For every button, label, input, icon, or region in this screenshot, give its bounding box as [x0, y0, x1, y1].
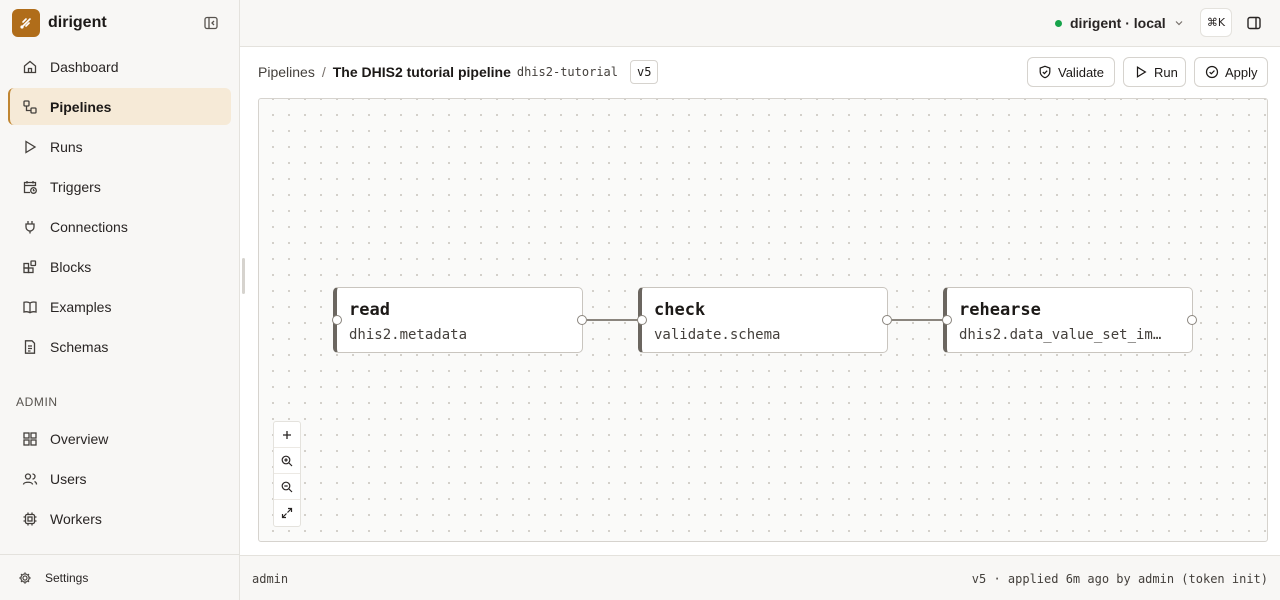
apply-label: Apply [1225, 64, 1258, 80]
zoom-out-icon[interactable] [274, 474, 300, 500]
admin-nav: Overview Users Workers [8, 420, 231, 550]
edge-check-rehearse [892, 319, 944, 321]
admin-section-label: ADMIN [16, 395, 58, 409]
sidebar-item-triggers[interactable]: Triggers [8, 168, 231, 205]
sidebar-item-label: Workers [50, 510, 102, 527]
node-read-input-handle[interactable] [332, 315, 342, 325]
settings-label: Settings [45, 570, 89, 585]
sidebar-item-workers[interactable]: Workers [8, 500, 231, 537]
topbar: dirigent · local ⌘K [240, 0, 1280, 47]
dirigent-logo-icon [12, 9, 40, 37]
sidebar-item-runs[interactable]: Runs [8, 128, 231, 165]
cpu-icon [22, 511, 38, 527]
pipeline-icon [22, 99, 38, 115]
fit-view-icon[interactable] [274, 500, 300, 526]
settings-link[interactable]: Settings [0, 554, 239, 600]
node-read[interactable]: read dhis2.metadata [333, 287, 583, 353]
sidebar-item-label: Triggers [50, 178, 101, 195]
gear-icon [18, 571, 32, 585]
play-icon [1134, 65, 1148, 79]
sidebar-item-label: Dashboard [50, 58, 119, 75]
toggle-panel-icon[interactable] [1244, 13, 1264, 33]
status-bar: admin v5 · applied 6m ago by admin (toke… [240, 555, 1280, 600]
apply-button[interactable]: Apply [1194, 57, 1268, 87]
calendar-clock-icon [22, 179, 38, 195]
sidebar-item-pipelines[interactable]: Pipelines [8, 88, 231, 125]
validate-button[interactable]: Validate [1027, 57, 1115, 87]
command-palette-shortcut[interactable]: ⌘K [1200, 8, 1232, 37]
node-title: read [349, 300, 390, 320]
validate-label: Validate [1058, 64, 1105, 80]
sidebar-item-label: Overview [50, 430, 109, 447]
brand[interactable]: dirigent [12, 9, 107, 37]
edge-read-check [587, 319, 639, 321]
environment-switcher[interactable]: dirigent · local [1055, 12, 1184, 34]
sidebar-item-label: Runs [50, 138, 83, 155]
collapse-sidebar-icon[interactable] [201, 13, 221, 33]
page-title: The DHIS2 tutorial pipeline [332, 64, 511, 80]
environment-label: dirigent · local [1070, 15, 1166, 31]
node-check-input-handle[interactable] [637, 315, 647, 325]
sidebar-item-hidden[interactable] [8, 540, 231, 550]
sidebar-item-users[interactable]: Users [8, 460, 231, 497]
run-label: Run [1154, 64, 1178, 80]
sidebar-item-connections[interactable]: Connections [8, 208, 231, 245]
sidebar-item-label: Connections [50, 218, 128, 235]
pipeline-slug: dhis2-tutorial [516, 65, 619, 79]
home-icon [22, 59, 38, 75]
sidebar-resize-handle[interactable] [242, 258, 245, 294]
main-nav: Dashboard Pipelines Runs Triggers Connec… [8, 48, 231, 368]
node-title: rehearse [959, 300, 1041, 320]
breadcrumb-pipelines-link[interactable]: Pipelines [258, 64, 315, 80]
book-icon [22, 299, 38, 315]
shield-check-icon [1038, 65, 1052, 79]
node-kind: validate.schema [654, 327, 781, 343]
node-rehearse-input-handle[interactable] [942, 315, 952, 325]
sidebar-item-examples[interactable]: Examples [8, 288, 231, 325]
zoom-in-icon[interactable] [274, 448, 300, 474]
node-rehearse-output-handle[interactable] [1187, 315, 1197, 325]
breadcrumb-separator: / [321, 64, 326, 80]
plug-icon [22, 219, 38, 235]
version-badge: v5 [630, 60, 659, 84]
sidebar-item-label: Users [50, 470, 87, 487]
environment-status-dot [1055, 19, 1062, 27]
node-read-output-handle[interactable] [577, 315, 587, 325]
sidebar-item-label: Examples [50, 298, 112, 315]
file-icon [22, 339, 38, 355]
node-kind: dhis2.data_value_set_im… [959, 327, 1162, 343]
sidebar-item-overview[interactable]: Overview [8, 420, 231, 457]
sidebar-item-schemas[interactable]: Schemas [8, 328, 231, 365]
node-check[interactable]: check validate.schema [638, 287, 888, 353]
canvas-controls [273, 421, 301, 527]
blocks-icon [22, 259, 38, 275]
breadcrumb: Pipelines / The DHIS2 tutorial pipeline … [258, 60, 659, 84]
node-kind: dhis2.metadata [349, 327, 468, 343]
users-icon [22, 471, 38, 487]
run-button[interactable]: Run [1123, 57, 1186, 87]
sidebar-item-label: Pipelines [50, 98, 112, 115]
sidebar-item-label: Schemas [50, 338, 109, 355]
node-rehearse[interactable]: rehearse dhis2.data_value_set_im… [943, 287, 1193, 353]
sidebar: dirigent Dashboard Pipelines Runs Trigge… [0, 0, 240, 600]
app-name: dirigent [48, 14, 107, 31]
pipeline-canvas[interactable]: read dhis2.metadata check validate.schem… [258, 98, 1268, 542]
sidebar-item-dashboard[interactable]: Dashboard [8, 48, 231, 85]
node-check-output-handle[interactable] [882, 315, 892, 325]
sidebar-item-blocks[interactable]: Blocks [8, 248, 231, 285]
chevron-down-icon [1174, 18, 1184, 28]
sidebar-item-label: Blocks [50, 258, 92, 275]
add-icon[interactable] [274, 422, 300, 448]
check-circle-icon [1205, 65, 1219, 79]
current-user: admin [252, 572, 289, 586]
apply-status: v5 · applied 6m ago by admin (token init… [971, 572, 1268, 586]
play-icon [22, 139, 38, 155]
node-title: check [654, 300, 706, 320]
grid-icon [22, 431, 38, 447]
